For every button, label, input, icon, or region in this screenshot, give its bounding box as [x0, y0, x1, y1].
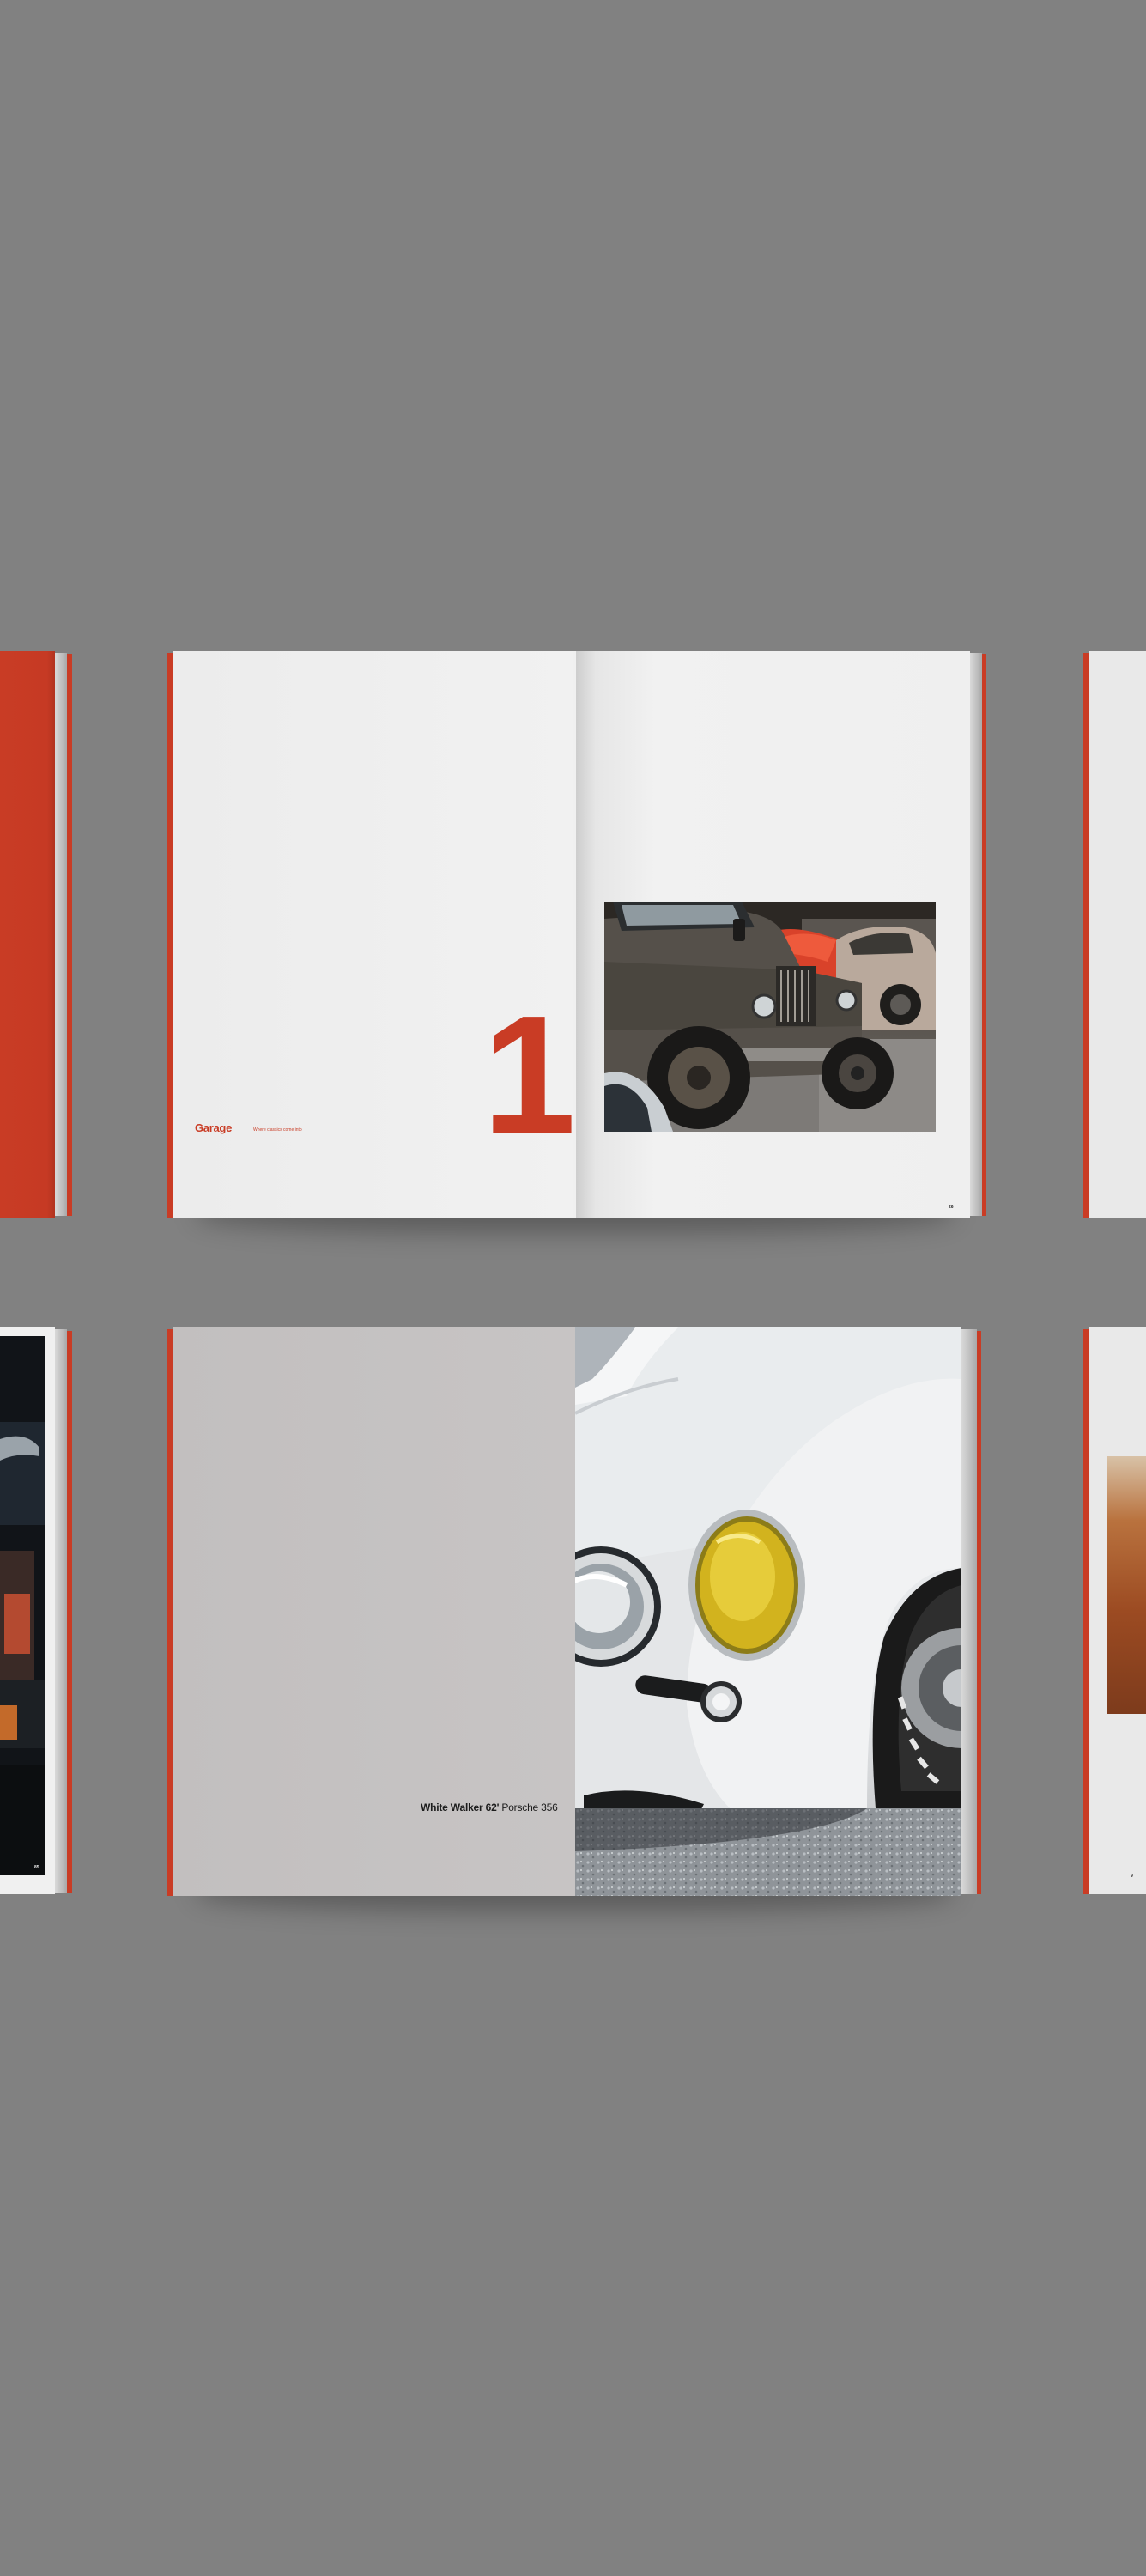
left-cover-edge	[167, 653, 173, 1218]
right-cover-edge	[982, 654, 986, 1216]
porsche-illustration	[575, 1327, 961, 1896]
page-number: 85	[34, 1865, 39, 1870]
page-edges	[55, 1329, 67, 1893]
left-cover-edge	[167, 1329, 173, 1896]
partial-book-top-left	[0, 651, 74, 1218]
cover-edge	[67, 654, 72, 1216]
caption-title: White Walker 62'	[421, 1801, 500, 1814]
land-rover-illustration	[604, 902, 936, 1132]
book-spread-top: Garage Where classics come into 1 26	[163, 651, 987, 1252]
cover-edge	[1083, 1329, 1089, 1894]
caption-model: Porsche 356	[501, 1801, 558, 1814]
photo-caption: White Walker 62' Porsche 356	[421, 1801, 558, 1814]
right-cover-edge	[977, 1331, 981, 1894]
red-page	[0, 651, 55, 1218]
photo-warm	[1107, 1456, 1146, 1714]
chapter-title: Garage	[195, 1121, 233, 1134]
partial-book-bottom-right: 9	[1083, 1327, 1146, 1894]
car-interior-illustration	[0, 1336, 45, 1875]
partial-book-top-right	[1083, 651, 1146, 1218]
page	[1089, 651, 1146, 1218]
book-spread-bottom: White Walker 62' Porsche 356	[163, 1327, 987, 1929]
porsche-photo	[575, 1327, 961, 1896]
cover-edge	[1083, 653, 1089, 1218]
page-number: 26	[949, 1205, 954, 1210]
partial-book-bottom-left: 85	[0, 1327, 74, 1894]
chapter-subtitle: Where classics come into	[253, 1127, 302, 1133]
page: 9	[1089, 1327, 1146, 1894]
cover-edge	[67, 1331, 72, 1893]
chapter-number: 1	[482, 981, 576, 1169]
page-photo-dark: 85	[0, 1327, 55, 1894]
right-page-edges	[970, 653, 982, 1216]
page-edges	[55, 653, 67, 1216]
right-page-edges	[961, 1329, 977, 1894]
right-page: 26	[576, 651, 970, 1218]
garage-photo	[604, 902, 936, 1132]
page-number: 9	[1131, 1874, 1133, 1879]
